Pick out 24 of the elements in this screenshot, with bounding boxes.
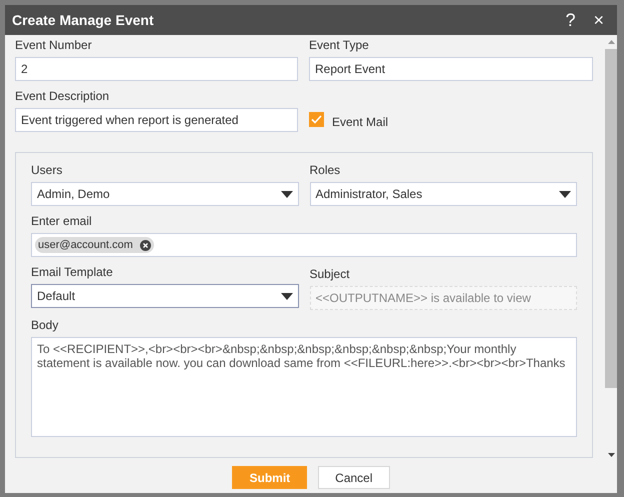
text-field[interactable]: Report Event <box>309 57 593 81</box>
close-button[interactable]: × <box>588 10 609 30</box>
cancel-button[interactable]: Cancel <box>318 466 390 489</box>
field-label: Enter email <box>31 214 93 228</box>
field-label: Email Template <box>31 265 114 279</box>
dropdown[interactable]: Default <box>31 284 298 308</box>
field-label: Subject <box>310 267 351 281</box>
field-label: Users <box>31 163 64 177</box>
field-label: Event Number <box>15 38 93 52</box>
field-label: Body <box>31 318 60 332</box>
body-field[interactable]: To <<RECIPIENT>>,<br><br><br>&nbsp;&nbsp;&nbsp;&nbsp;&nbsp;&nbsp;Your monthly statement is available now. you can download same from <<FILEURL:here>>.<br><br><br>Thanks <box>31 337 577 437</box>
dialog-title: Create Manage Event <box>12 12 155 28</box>
field-label: Event Type <box>309 38 370 52</box>
text-field[interactable]: Event triggered when report is generated <box>15 108 298 132</box>
field-label: Event Description <box>15 89 110 103</box>
dropdown[interactable]: Admin, Demo <box>31 182 298 206</box>
text-field[interactable]: 2 <box>15 57 298 81</box>
email-field[interactable]: user@account.com <box>31 233 577 257</box>
checkbox-label: Event Mail <box>332 115 388 129</box>
subject-field[interactable]: <<OUTPUTNAME>> is available to view <box>310 286 577 310</box>
email-chip: user@account.com <box>35 237 154 253</box>
dropdown[interactable]: Administrator, Sales <box>310 182 577 206</box>
help-button[interactable]: ? <box>560 10 580 30</box>
field-label: Roles <box>310 163 342 177</box>
